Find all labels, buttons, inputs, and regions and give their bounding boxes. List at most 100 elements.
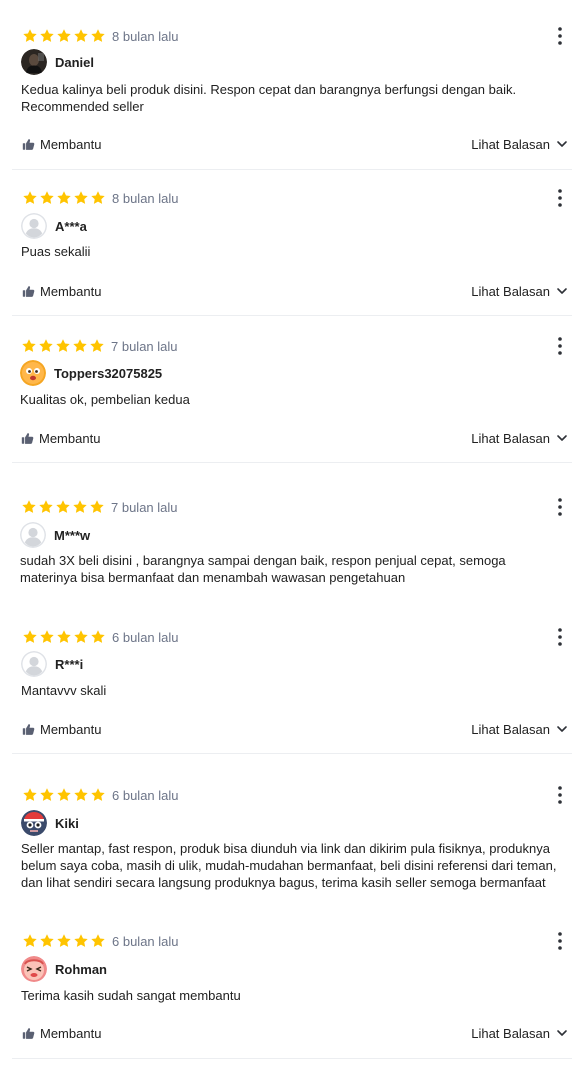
view-replies-label: Lihat Balasan: [471, 430, 550, 446]
reviewer-info: Daniel: [21, 49, 94, 75]
avatar: [21, 810, 47, 836]
rating-stars: [22, 933, 106, 949]
reviewer-info: M***w: [20, 522, 90, 548]
star-icon: [90, 28, 106, 44]
review-meta: 6 bulan lalu: [22, 628, 179, 646]
more-options-button[interactable]: [552, 930, 568, 952]
view-replies-button[interactable]: Lihat Balasan: [471, 135, 568, 153]
kebab-menu-icon: [552, 187, 568, 209]
more-options-button[interactable]: [552, 335, 568, 357]
helpful-label: Membantu: [40, 283, 102, 299]
avatar: [21, 213, 47, 239]
star-icon: [72, 338, 88, 354]
rating-stars: [22, 28, 106, 44]
rating-stars: [22, 629, 106, 645]
star-icon: [89, 499, 105, 515]
avatar: [21, 49, 47, 75]
review-text: Kedua kalinya beli produk disini. Respon…: [21, 82, 517, 114]
reviewer-info: Toppers32075825: [20, 360, 162, 386]
rating-stars: [21, 338, 105, 354]
thumbs-up-icon: [22, 1027, 35, 1040]
helpful-button[interactable]: Membantu: [21, 429, 100, 447]
thumbs-up-icon: [22, 138, 35, 151]
review-meta: 8 bulan lalu: [22, 27, 179, 45]
divider: [12, 315, 572, 316]
thumbs-up-icon: [22, 285, 35, 298]
more-options-button[interactable]: [552, 784, 568, 806]
star-icon: [39, 933, 55, 949]
star-icon: [56, 629, 72, 645]
kebab-menu-icon: [552, 784, 568, 806]
view-replies-label: Lihat Balasan: [471, 283, 550, 299]
star-icon: [55, 338, 71, 354]
more-options-button[interactable]: [552, 626, 568, 648]
review-text: Seller mantap, fast respon, produk bisa …: [21, 841, 557, 890]
star-icon: [39, 190, 55, 206]
chevron-down-icon: [556, 432, 568, 444]
view-replies-button[interactable]: Lihat Balasan: [471, 1024, 568, 1042]
review-text: sudah 3X beli disini , barangnya sampai …: [20, 553, 506, 585]
review-meta: 7 bulan lalu: [21, 498, 178, 516]
helpful-label: Membantu: [40, 1025, 102, 1041]
helpful-label: Membantu: [39, 430, 101, 446]
review-time: 6 bulan lalu: [112, 933, 179, 949]
divider: [12, 1058, 572, 1059]
more-options-button[interactable]: [552, 187, 568, 209]
kebab-menu-icon: [552, 626, 568, 648]
kebab-menu-icon: [552, 25, 568, 47]
star-icon: [73, 933, 89, 949]
star-icon: [22, 28, 38, 44]
reviewer-name: A***a: [55, 218, 87, 234]
star-icon: [90, 787, 106, 803]
reviewer-info: R***i: [21, 651, 83, 677]
star-icon: [22, 629, 38, 645]
star-icon: [56, 190, 72, 206]
review-meta: 6 bulan lalu: [22, 932, 179, 950]
rating-stars: [21, 499, 105, 515]
avatar: [20, 522, 46, 548]
review-time: 6 bulan lalu: [112, 629, 179, 645]
divider: [12, 753, 572, 754]
helpful-label: Membantu: [40, 721, 102, 737]
reviewer-name: Toppers32075825: [54, 365, 163, 381]
helpful-button[interactable]: Membantu: [22, 282, 101, 300]
helpful-button[interactable]: Membantu: [22, 1024, 101, 1042]
more-options-button[interactable]: [552, 25, 568, 47]
star-icon: [22, 190, 38, 206]
star-icon: [73, 28, 89, 44]
star-icon: [73, 787, 89, 803]
star-icon: [22, 933, 38, 949]
star-icon: [73, 629, 89, 645]
avatar: [21, 956, 47, 982]
star-icon: [22, 787, 38, 803]
avatar: [20, 360, 46, 386]
view-replies-label: Lihat Balasan: [471, 136, 550, 152]
chevron-down-icon: [556, 138, 568, 150]
star-icon: [89, 338, 105, 354]
star-icon: [39, 629, 55, 645]
more-options-button[interactable]: [552, 496, 568, 518]
avatar: [21, 651, 47, 677]
review-text: Terima kasih sudah sangat membantu: [21, 988, 241, 1003]
helpful-label: Membantu: [40, 136, 102, 152]
reviewer-name: R***i: [55, 656, 84, 672]
star-icon: [56, 28, 72, 44]
reviewer-name: Kiki: [55, 815, 79, 831]
view-replies-button[interactable]: Lihat Balasan: [471, 282, 568, 300]
reviewer-info: A***a: [21, 213, 87, 239]
star-icon: [90, 933, 106, 949]
reviewer-name: M***w: [54, 527, 91, 543]
star-icon: [73, 190, 89, 206]
star-icon: [72, 499, 88, 515]
helpful-button[interactable]: Membantu: [22, 720, 101, 738]
divider: [12, 462, 572, 463]
thumbs-up-icon: [21, 432, 34, 445]
review-time: 7 bulan lalu: [111, 499, 178, 515]
view-replies-button[interactable]: Lihat Balasan: [471, 720, 568, 738]
view-replies-button[interactable]: Lihat Balasan: [471, 429, 568, 447]
star-icon: [39, 28, 55, 44]
reviewer-name: Rohman: [55, 961, 107, 977]
star-icon: [39, 787, 55, 803]
review-meta: 8 bulan lalu: [22, 189, 179, 207]
helpful-button[interactable]: Membantu: [22, 135, 101, 153]
